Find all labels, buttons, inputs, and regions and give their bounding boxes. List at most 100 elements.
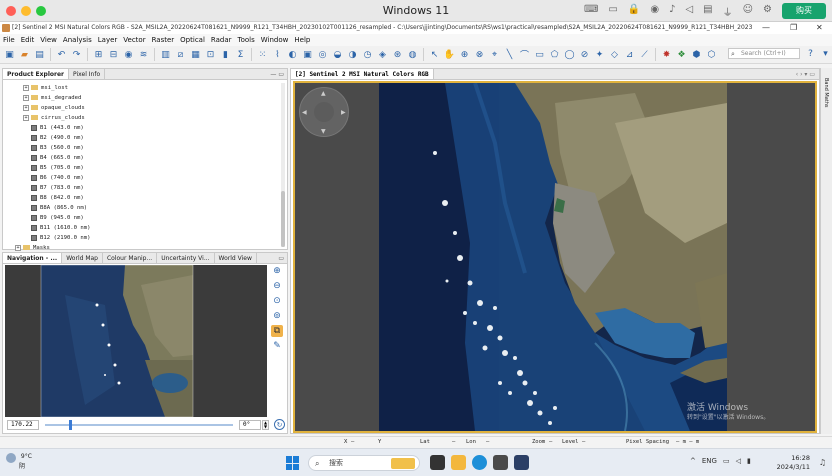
- reproject-icon[interactable]: ⊡: [204, 48, 217, 61]
- zoom-slider-thumb[interactable]: [69, 420, 72, 430]
- zoom-out-icon[interactable]: ⊖: [271, 280, 283, 292]
- draw-icon[interactable]: ⟋: [638, 48, 651, 61]
- menu-window[interactable]: Window: [261, 34, 289, 46]
- tray-chevron-icon[interactable]: ^: [690, 457, 696, 465]
- volume-icon[interactable]: ◁: [736, 457, 741, 465]
- band-item[interactable]: B11 (1610.0 nm): [3, 223, 287, 233]
- tab-world-map[interactable]: World Map: [62, 253, 103, 263]
- measure-icon[interactable]: ⊿: [623, 48, 636, 61]
- band-item[interactable]: B8A (865.0 nm): [3, 203, 287, 213]
- band-item[interactable]: B6 (740.0 nm): [3, 173, 287, 183]
- mosaic-icon[interactable]: ❖: [675, 48, 688, 61]
- band-item[interactable]: B7 (783.0 nm): [3, 183, 287, 193]
- side-tab-band-maths[interactable]: Band Maths: [823, 78, 829, 108]
- pan-down-icon[interactable]: ▼: [321, 128, 326, 135]
- store-icon[interactable]: [493, 455, 508, 470]
- polyline-tool-icon[interactable]: ⌒: [518, 48, 531, 61]
- tab-uncertainty-visualisation[interactable]: Uncertainty Vi...: [157, 253, 215, 263]
- statistics-icon[interactable]: ▣: [301, 48, 314, 61]
- panel-window-controls[interactable]: — ▭: [270, 69, 287, 79]
- spectrum-icon[interactable]: ◐: [286, 48, 299, 61]
- lock-icon[interactable]: 🔒: [628, 4, 640, 19]
- maximize-button[interactable]: ❐: [790, 22, 797, 34]
- save-product-icon[interactable]: ▤: [33, 48, 46, 61]
- dropdown-icon[interactable]: ▾: [819, 47, 832, 60]
- menu-raster[interactable]: Raster: [152, 34, 175, 46]
- batch-processing-icon[interactable]: ⊟: [107, 48, 120, 61]
- mic-icon[interactable]: ♪: [669, 4, 675, 19]
- tab-navigation-controls[interactable]: ‹ › ▾ ▭: [796, 69, 819, 79]
- panel-window-controls[interactable]: ▭: [278, 253, 287, 263]
- input-language[interactable]: ENG: [702, 457, 717, 465]
- ellipse-tool-icon[interactable]: ◯: [563, 48, 576, 61]
- band-item[interactable]: B8 (842.0 nm): [3, 193, 287, 203]
- histogram-icon[interactable]: ▮: [219, 48, 232, 61]
- product-tree-scrollbar[interactable]: [281, 83, 285, 247]
- gcp-icon[interactable]: ◎: [316, 48, 329, 61]
- band-maths-icon[interactable]: ▥: [159, 48, 172, 61]
- open-product-icon[interactable]: ▰: [18, 48, 31, 61]
- settings-icon[interactable]: ⚙: [763, 4, 772, 19]
- menu-tools[interactable]: Tools: [238, 34, 255, 46]
- start-button[interactable]: [286, 456, 300, 470]
- zoom-actual-icon[interactable]: ⊙: [271, 295, 283, 307]
- zoom-tool-icon[interactable]: ⊕: [458, 48, 471, 61]
- menu-analysis[interactable]: Analysis: [63, 34, 92, 46]
- tab-pixel-info[interactable]: Pixel Info: [69, 69, 106, 79]
- mask-manager-icon[interactable]: ◑: [346, 48, 359, 61]
- user-icon[interactable]: ☺: [743, 4, 753, 19]
- keyboard-icon[interactable]: ⌨: [584, 4, 598, 19]
- menu-help[interactable]: Help: [294, 34, 310, 46]
- vm-toolbar-icons[interactable]: ⌨ ▭ 🔒 ◉ ♪ ◁ ▤ ⏚ ☺ ⚙: [584, 4, 772, 19]
- rotation-field[interactable]: 0°: [239, 420, 261, 430]
- menu-edit[interactable]: Edit: [21, 34, 35, 46]
- expand-icon[interactable]: +: [23, 104, 29, 111]
- gcp-tool-icon[interactable]: ⌖: [488, 48, 501, 61]
- minimize-button[interactable]: —: [762, 22, 770, 34]
- undo-icon[interactable]: ↶: [55, 48, 68, 61]
- feature-icon[interactable]: ⬢: [690, 48, 703, 61]
- band-item[interactable]: B9 (945.0 nm): [3, 213, 287, 223]
- pan-left-icon[interactable]: ◀: [302, 109, 307, 116]
- search-field[interactable]: ⌕ Search (Ctrl+I): [728, 48, 800, 59]
- scrollbar-thumb[interactable]: [281, 191, 285, 247]
- file-explorer-icon[interactable]: [451, 455, 466, 470]
- help-icon[interactable]: ?: [804, 47, 817, 60]
- menu-radar[interactable]: Radar: [211, 34, 232, 46]
- buy-button[interactable]: 购买: [782, 3, 826, 19]
- tree-item[interactable]: + msi_lost: [3, 83, 287, 93]
- menu-vector[interactable]: Vector: [123, 34, 145, 46]
- sound-icon[interactable]: ◁: [685, 4, 693, 19]
- image-canvas[interactable]: ▲ ▼ ◀ ▶ 激活 Windows 转到"设置"以激活 Windows。: [293, 81, 817, 433]
- display-icon[interactable]: ▭: [608, 4, 617, 19]
- folder-icon[interactable]: ▤: [703, 4, 712, 19]
- band-item[interactable]: B12 (2190.0 nm): [3, 233, 287, 243]
- band-item[interactable]: B4 (665.0 nm): [3, 153, 287, 163]
- rotation-stepper[interactable]: ▲ ▼: [262, 420, 269, 430]
- pin-tool-icon[interactable]: ⊗: [473, 48, 486, 61]
- magic-wand-icon[interactable]: ✦: [593, 48, 606, 61]
- sync-views-icon[interactable]: ⧉: [271, 325, 283, 337]
- tree-item[interactable]: + msi_degraded: [3, 93, 287, 103]
- rectangle-tool-icon[interactable]: ▭: [533, 48, 546, 61]
- layer-manager-icon[interactable]: ◈: [376, 48, 389, 61]
- weather-widget[interactable]: 9°C 阴: [6, 453, 32, 471]
- pin-manager-icon[interactable]: ◒: [331, 48, 344, 61]
- band-edit-icon[interactable]: ⧄: [174, 48, 187, 61]
- system-clock[interactable]: 16:28 2024/3/11: [777, 454, 810, 472]
- select-tool-icon[interactable]: ↖: [428, 48, 441, 61]
- wave-icon[interactable]: ≋: [137, 48, 150, 61]
- menu-view[interactable]: View: [40, 34, 57, 46]
- pan-up-icon[interactable]: ▲: [321, 90, 326, 97]
- time-series-icon[interactable]: ◷: [361, 48, 374, 61]
- profile-plot-icon[interactable]: ⌇: [271, 48, 284, 61]
- new-project-icon[interactable]: ▣: [3, 48, 16, 61]
- graph-builder-icon[interactable]: ⊞: [92, 48, 105, 61]
- band-item[interactable]: B1 (443.0 nm): [3, 123, 287, 133]
- colour-manip-icon[interactable]: ◍: [406, 48, 419, 61]
- edge-browser-icon[interactable]: [472, 455, 487, 470]
- view-navigation-wheel[interactable]: ▲ ▼ ◀ ▶: [299, 87, 349, 137]
- menu-file[interactable]: File: [3, 34, 15, 46]
- pan-tool-icon[interactable]: ✋: [443, 48, 456, 61]
- taskbar-search[interactable]: ⌕ 搜索: [308, 455, 420, 471]
